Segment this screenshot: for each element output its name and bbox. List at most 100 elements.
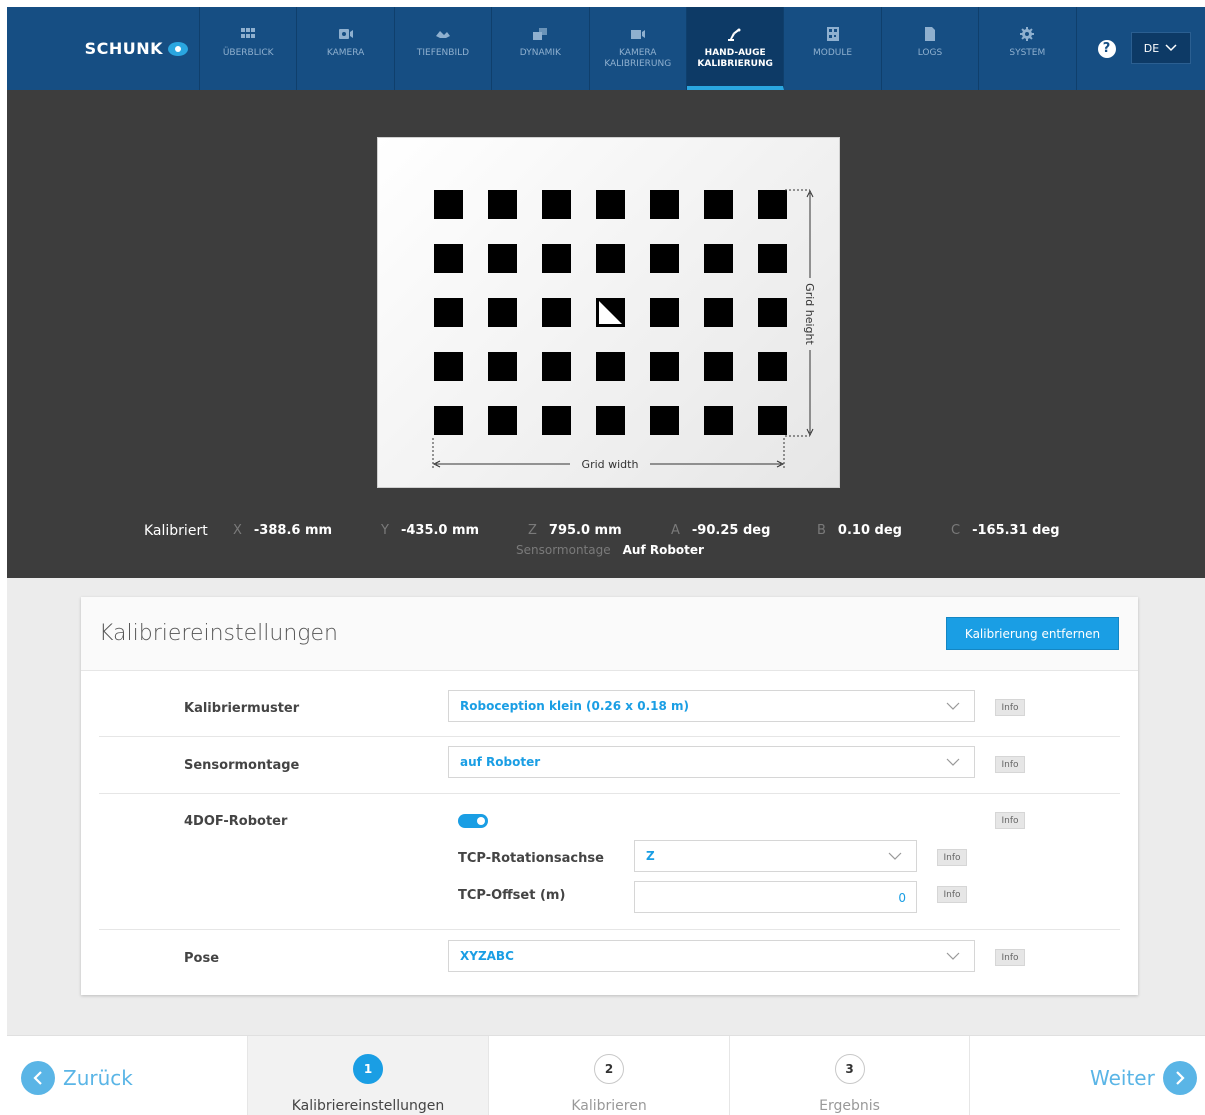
pattern-squares	[434, 190, 787, 435]
robot-arm-icon	[728, 28, 741, 41]
pattern-square	[542, 244, 571, 273]
pattern-square	[434, 190, 463, 219]
tab-tiefenbild[interactable]: TIEFENBILD	[395, 7, 493, 90]
pattern-value: Roboception klein (0.26 x 0.18 m)	[460, 699, 690, 713]
pattern-square	[434, 406, 463, 435]
pattern-square	[542, 190, 571, 219]
page-title: Kalibriereinstellungen	[99, 621, 338, 646]
step-number: 2	[594, 1054, 624, 1084]
tab-module[interactable]: MODULE	[784, 7, 882, 90]
pose-y: Y -435.0 mm	[381, 523, 480, 538]
next-button[interactable]: Weiter	[1090, 1061, 1197, 1095]
calibration-pattern: Grid width Grid height	[377, 137, 840, 488]
settings-card: Kalibriereinstellungen Kalibrierung entf…	[81, 597, 1138, 995]
pose-value: XYZABC	[460, 949, 514, 963]
back-button[interactable]: Zurück	[21, 1061, 133, 1095]
pattern-select[interactable]: Roboception klein (0.26 x 0.18 m)	[448, 690, 975, 722]
tab-logs[interactable]: LOGS	[882, 7, 980, 90]
pose-z: Z 795.0 mm	[528, 523, 622, 538]
mount-info-button[interactable]: Info	[995, 756, 1025, 773]
pattern-square	[758, 244, 787, 273]
language-value: DE	[1143, 41, 1160, 55]
pattern-label: Kalibriermuster	[184, 701, 300, 716]
pattern-info-button[interactable]: Info	[995, 699, 1025, 716]
logo-text: SCHUNK	[84, 39, 163, 58]
pattern-square	[488, 406, 517, 435]
chevron-down-icon	[1165, 44, 1177, 52]
mount-select[interactable]: auf Roboter	[448, 746, 975, 778]
tab-kamera-kalibrierung[interactable]: KAMERA KALIBRIERUNG	[590, 7, 687, 90]
tcp-offset-info-button[interactable]: Info	[937, 886, 967, 903]
chevron-right-icon	[1162, 1061, 1197, 1095]
tcp-offset-input[interactable]: 0	[634, 881, 917, 913]
pattern-square	[650, 190, 679, 219]
pose-label: Pose	[184, 951, 220, 966]
tab-label: LOGS	[917, 48, 943, 58]
grid-width-label: Grid width	[582, 458, 639, 471]
pose-row: Pose XYZABC Info	[99, 930, 1120, 992]
help-button[interactable]: ?	[1083, 7, 1131, 90]
pose-a: A -90.25 deg	[671, 523, 771, 538]
qr-module-icon	[826, 27, 839, 41]
logo[interactable]: SCHUNK	[7, 7, 200, 90]
pattern-square	[488, 298, 517, 327]
back-label: Zurück	[63, 1066, 133, 1090]
dof-row: 4DOF-Roboter Info TCP-Rotationsachse Z I…	[99, 794, 1120, 930]
pattern-grid: Grid width Grid height	[432, 189, 816, 471]
tcp-axis-select[interactable]: Z	[634, 840, 917, 872]
step-1[interactable]: 1 Kalibriereinstellungen	[247, 1036, 488, 1115]
pattern-square	[704, 352, 733, 381]
tab-system[interactable]: SYSTEM	[979, 7, 1077, 90]
remove-calibration-button[interactable]: Kalibrierung entfernen	[946, 617, 1119, 650]
pattern-square	[650, 298, 679, 327]
grid-height-label: Grid height	[803, 283, 816, 345]
tab-hand-auge-kalibrierung[interactable]: HAND-AUGE KALIBRIERUNG	[686, 7, 785, 90]
help-icon: ?	[1097, 39, 1116, 58]
camera-icon	[338, 29, 353, 39]
pose-select[interactable]: XYZABC	[448, 940, 975, 972]
chevron-down-icon	[946, 952, 960, 960]
step-number: 1	[353, 1054, 383, 1084]
tab-label: ÜBERBLICK	[222, 48, 274, 58]
pattern-square	[704, 190, 733, 219]
step-label: Kalibrieren	[571, 1098, 647, 1114]
pattern-square	[488, 352, 517, 381]
step-number: 3	[834, 1054, 865, 1084]
calibrated-label: Kalibriert	[144, 523, 208, 539]
tab-dynamik[interactable]: DYNAMIK	[492, 7, 590, 90]
pattern-square	[704, 298, 733, 327]
pattern-square	[650, 352, 679, 381]
step-label: Kalibriereinstellungen	[291, 1098, 445, 1114]
tab-label: TIEFENBILD	[416, 48, 470, 58]
pattern-square	[434, 352, 463, 381]
tab-label: HAND-AUGE KALIBRIERUNG	[697, 48, 773, 69]
pattern-square	[758, 352, 787, 381]
pose-info-button[interactable]: Info	[995, 949, 1025, 966]
tcp-axis-info-button[interactable]: Info	[937, 849, 967, 866]
dof-toggle[interactable]	[458, 814, 488, 828]
wizard-footer: Zurück 1 Kalibriereinstellungen 2 Kalibr…	[7, 1035, 1205, 1115]
pose-c: C -165.31 deg	[951, 523, 1060, 538]
dof-info-button[interactable]: Info	[995, 812, 1025, 829]
document-icon	[924, 27, 935, 41]
logo-mark-icon	[168, 41, 188, 56]
chevron-down-icon	[888, 852, 902, 860]
tcp-offset-label: TCP-Offset (m)	[458, 888, 566, 903]
tab-label: KAMERA KALIBRIERUNG	[604, 48, 672, 69]
pattern-square	[596, 406, 625, 435]
tab-kamera[interactable]: KAMERA	[297, 7, 395, 90]
pattern-square	[542, 352, 571, 381]
gear-icon	[1020, 27, 1035, 41]
tab-ueberblick[interactable]: ÜBERBLICK	[200, 7, 298, 90]
step-label: Ergebnis	[819, 1098, 880, 1114]
language-select[interactable]: DE	[1130, 32, 1191, 64]
tab-label: DYNAMIK	[519, 48, 561, 58]
pose-b: B 0.10 deg	[817, 523, 902, 538]
mount-label: Sensormontage	[184, 758, 300, 773]
pattern-square	[596, 352, 625, 381]
tab-label: MODULE	[813, 48, 853, 58]
toggle-knob	[477, 817, 485, 825]
step-3[interactable]: 3 Ergebnis	[729, 1036, 970, 1115]
step-2[interactable]: 2 Kalibrieren	[488, 1036, 729, 1115]
pattern-square	[542, 298, 571, 327]
